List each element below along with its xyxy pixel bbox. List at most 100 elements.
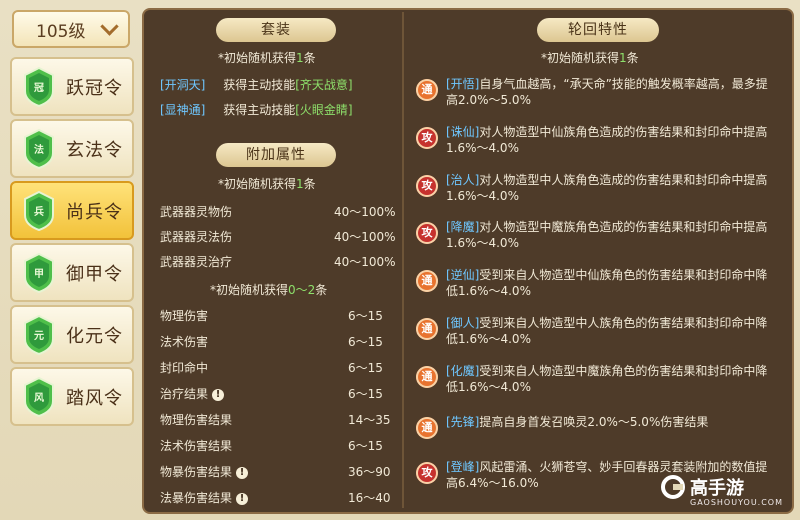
sidebar-item[interactable]: 甲御甲令 [10, 243, 134, 302]
trait-desc: 对人物造型中魔族角色造成的伤害结果和封印命中提高1.6%～4.0% [446, 220, 768, 250]
attr-value: 40～100% [334, 205, 396, 219]
attr-title: 附加属性 [216, 143, 336, 167]
trait-name: [治人] [446, 173, 480, 187]
attr-name: 物暴伤害结果 [160, 465, 233, 479]
attr-row: 武器器灵治疗 [160, 253, 232, 270]
attr-name: 法术伤害结果 [160, 439, 233, 453]
skill-row: [显神通] 获得主动技能[火眼金睛] [160, 103, 353, 117]
attr-value: 40～100% [334, 255, 396, 269]
trait-text: [诛仙]对人物造型中仙族角色造成的伤害结果和封印命中提高1.6%～4.0% [446, 124, 776, 156]
general-badge-icon: 通 [416, 366, 438, 388]
attr-row: 法暴伤害结果! [160, 489, 249, 506]
attr-value: 6～15 [348, 439, 383, 453]
attr-value: 36～90 [348, 465, 391, 479]
attr-name: 武器器灵法伤 [160, 230, 233, 244]
attr-value: 6～15 [348, 387, 383, 401]
trait-desc: 提高自身首发召唤灵2.0%～5.0%伤害结果 [479, 415, 709, 429]
trait-name: [御人] [446, 316, 480, 330]
set-note: *初始随机获得1条 [218, 51, 316, 65]
trait-name: [先锋] [446, 415, 480, 429]
trait-text: [化魔]受到来自人物造型中魔族角色的伤害结果和封印命中降低1.6%～4.0% [446, 363, 776, 395]
traits-note: *初始随机获得1条 [541, 51, 639, 65]
trait-row: 攻 [诛仙]对人物造型中仙族角色造成的伤害结果和封印命中提高1.6%～4.0% [416, 124, 782, 156]
attr-name: 物理伤害结果 [160, 413, 233, 427]
attr-row: 法术伤害结果 [160, 437, 232, 454]
info-icon[interactable]: ! [236, 492, 249, 505]
brand-logo-icon [661, 475, 685, 499]
trait-desc: 对人物造型中仙族角色造成的伤害结果和封印命中提高1.6%～4.0% [446, 125, 768, 155]
trait-name: [登峰] [446, 460, 480, 474]
jade-token-icon: 风 [22, 376, 56, 417]
attr-name: 治疗结果 [160, 387, 209, 401]
sidebar-item-label: 御甲令 [66, 263, 123, 285]
attr-name: 法暴伤害结果 [160, 491, 233, 505]
attr-value: 6～15 [348, 335, 383, 349]
attr-value: 14～35 [348, 413, 391, 427]
jade-token-icon: 甲 [22, 252, 56, 293]
sidebar-item[interactable]: 法玄法令 [10, 119, 134, 178]
column-divider [402, 12, 404, 508]
info-icon[interactable]: ! [212, 388, 225, 401]
attr-name: 封印命中 [160, 361, 209, 375]
trait-name: [开悟] [446, 77, 480, 91]
attr-name: 武器器灵治疗 [160, 255, 233, 269]
trait-name: [降魔] [446, 220, 480, 234]
chevron-down-icon [100, 16, 119, 36]
sidebar-item[interactable]: 元化元令 [10, 305, 134, 364]
skill-tag: [开洞天] [160, 78, 206, 92]
trait-row: 通 [御人]受到来自人物造型中人族角色的伤害结果和封印命中降低1.6%～4.0% [416, 315, 782, 347]
sidebar-item[interactable]: 风踏风令 [10, 367, 134, 426]
level-dropdown-value: 105级 [36, 21, 86, 42]
sidebar-item[interactable]: 兵尚兵令 [10, 181, 134, 240]
sidebar-item-label: 化元令 [66, 325, 123, 347]
skill-name: [齐天战意] [295, 78, 353, 92]
info-icon[interactable]: ! [236, 466, 249, 479]
general-badge-icon: 通 [416, 417, 438, 439]
attr-note-2: *初始随机获得0～2条 [210, 283, 328, 297]
attack-badge-icon: 攻 [416, 127, 438, 149]
trait-text: [先锋]提高自身首发召唤灵2.0%～5.0%伤害结果 [446, 414, 776, 439]
attr-name: 法术伤害 [160, 335, 209, 349]
general-badge-icon: 通 [416, 270, 438, 292]
jade-token-icon: 法 [22, 128, 56, 169]
attack-badge-icon: 攻 [416, 222, 438, 244]
trait-row: 通 [化魔]受到来自人物造型中魔族角色的伤害结果和封印命中降低1.6%～4.0% [416, 363, 782, 395]
trait-name: [逆仙] [446, 268, 480, 282]
attack-badge-icon: 攻 [416, 175, 438, 197]
set-title: 套装 [216, 18, 336, 42]
sidebar: 冠跃冠令法玄法令兵尚兵令甲御甲令元化元令风踏风令 [10, 57, 134, 429]
skill-tag: [显神通] [160, 103, 206, 117]
trait-row: 通 [逆仙]受到来自人物造型中仙族角色的伤害结果和封印命中降低1.6%～4.0% [416, 267, 782, 299]
trait-row: 通 [开悟]自身气血越高，“承天命”技能的触发概率越高，最多提高2.0%～5.0% [416, 76, 782, 108]
trait-text: [开悟]自身气血越高，“承天命”技能的触发概率越高，最多提高2.0%～5.0% [446, 76, 776, 108]
attr-row: 封印命中 [160, 359, 208, 376]
trait-text: [治人]对人物造型中人族角色造成的伤害结果和封印命中提高1.6%～4.0% [446, 172, 776, 204]
attr-value: 40～100% [334, 230, 396, 244]
skill-row: [开洞天] 获得主动技能[齐天战意] [160, 78, 353, 92]
trait-desc: 对人物造型中人族角色造成的伤害结果和封印命中提高1.6%～4.0% [446, 173, 768, 203]
jade-token-icon: 元 [22, 314, 56, 355]
trait-row: 通 [先锋]提高自身首发召唤灵2.0%～5.0%伤害结果 [416, 414, 782, 439]
trait-text: [降魔]对人物造型中魔族角色造成的伤害结果和封印命中提高1.6%～4.0% [446, 219, 776, 251]
sidebar-item[interactable]: 冠跃冠令 [10, 57, 134, 116]
traits-title: 轮回特性 [537, 18, 659, 42]
trait-desc: 受到来自人物造型中魔族角色的伤害结果和封印命中降低1.6%～4.0% [446, 364, 768, 394]
trait-name: [诛仙] [446, 125, 480, 139]
trait-desc: 自身气血越高，“承天命”技能的触发概率越高，最多提高2.0%～5.0% [446, 77, 768, 107]
sidebar-item-label: 玄法令 [66, 139, 123, 161]
jade-token-icon: 兵 [22, 190, 56, 231]
trait-row: 攻 [降魔]对人物造型中魔族角色造成的伤害结果和封印命中提高1.6%～4.0% [416, 219, 782, 251]
attr-row: 物理伤害结果 [160, 411, 232, 428]
attr-row: 物暴伤害结果! [160, 463, 249, 480]
watermark: 高手游 GAOSHOUYOU.COM [660, 474, 782, 507]
sidebar-item-label: 踏风令 [66, 387, 123, 409]
attr-name: 物理伤害 [160, 309, 209, 323]
jade-token-icon: 冠 [22, 66, 56, 107]
trait-text: [逆仙]受到来自人物造型中仙族角色的伤害结果和封印命中降低1.6%～4.0% [446, 267, 776, 299]
watermark-brand: 高手游 [690, 478, 744, 499]
trait-text: [御人]受到来自人物造型中人族角色的伤害结果和封印命中降低1.6%～4.0% [446, 315, 776, 347]
general-badge-icon: 通 [416, 318, 438, 340]
level-dropdown[interactable]: 105级 [12, 10, 130, 48]
attr-note: *初始随机获得1条 [218, 177, 316, 191]
sidebar-item-label: 尚兵令 [66, 201, 123, 223]
